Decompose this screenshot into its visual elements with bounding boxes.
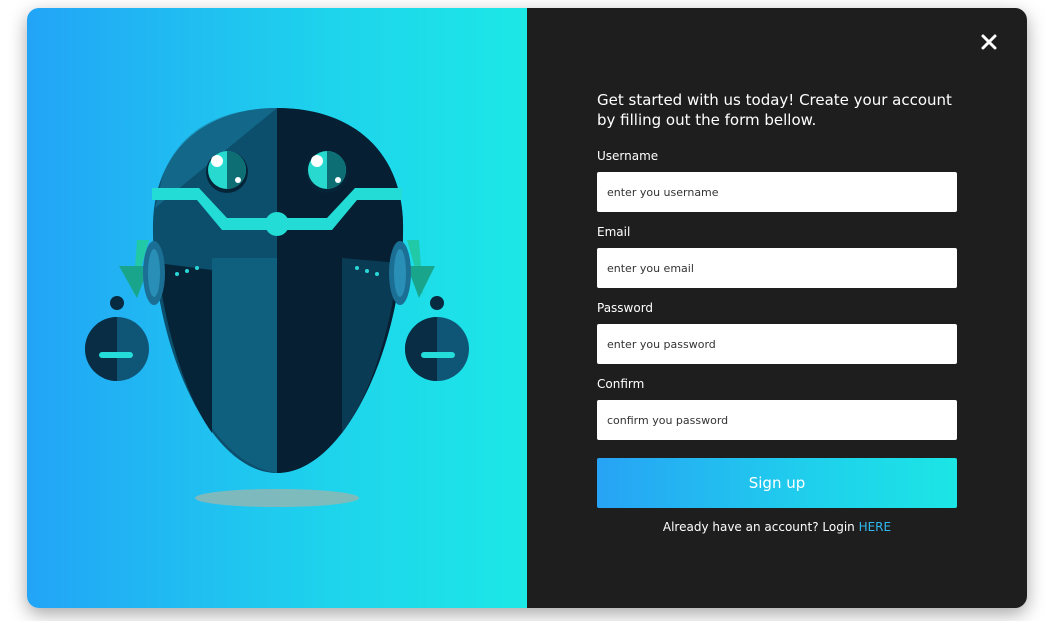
signup-button[interactable]: Sign up [597, 458, 957, 508]
login-prompt-text: Already have an account? Login [662, 520, 859, 534]
confirm-label: Confirm [597, 377, 645, 391]
username-input[interactable] [597, 172, 957, 212]
username-label: Username [597, 149, 659, 163]
illustration-panel [27, 8, 527, 608]
password-input[interactable] [597, 324, 957, 364]
signup-modal: Get started with us today! Create your a… [27, 8, 1027, 608]
close-icon[interactable] [979, 32, 999, 52]
signup-form: Username Email Password Confirm Sign up … [597, 148, 957, 534]
intro-text: Get started with us today! Create your a… [597, 91, 952, 129]
email-input[interactable] [597, 248, 957, 288]
password-field-group: Password [597, 300, 957, 364]
email-field-group: Email [597, 224, 957, 288]
robot-illustration [85, 108, 469, 507]
confirm-password-input[interactable] [597, 400, 957, 440]
login-prompt: Already have an account? Login HERE [597, 520, 957, 534]
signup-form-panel: Get started with us today! Create your a… [527, 8, 1027, 608]
confirm-field-group: Confirm [597, 376, 957, 440]
username-field-group: Username [597, 148, 957, 212]
email-label: Email [597, 225, 631, 239]
login-link[interactable]: HERE [859, 520, 892, 534]
password-label: Password [597, 301, 654, 315]
